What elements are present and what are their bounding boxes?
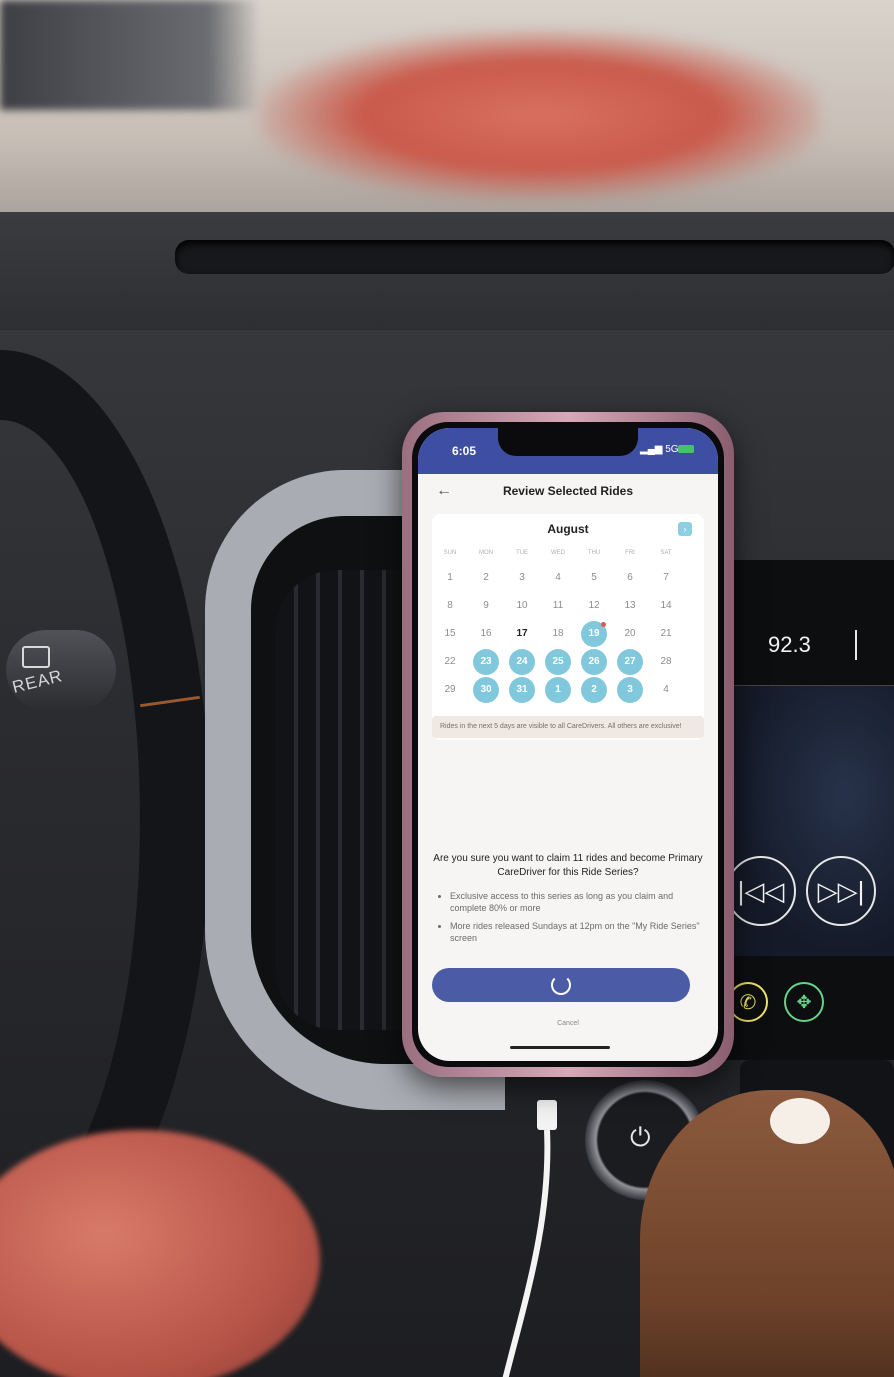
calendar-day[interactable]: 13 — [617, 593, 643, 619]
network-label: 5G — [665, 444, 679, 455]
dashboard-top — [0, 212, 894, 342]
weekday-label: FRI — [625, 550, 635, 556]
calendar-day[interactable]: 10 — [509, 593, 535, 619]
benefit-item: More rides released Sundays at 12pm on t… — [450, 920, 712, 944]
cancel-button[interactable]: Cancel — [418, 1020, 718, 1027]
calendar-day[interactable]: 27 — [617, 649, 643, 675]
status-time: 6:05 — [452, 444, 477, 458]
claim-question: Are you sure you want to claim 11 rides … — [433, 853, 703, 878]
calendar-day[interactable]: 30 — [473, 677, 499, 703]
power-icon: ⏻ — [630, 1122, 651, 1152]
calendar-day[interactable]: 4 — [653, 677, 679, 703]
phone-notch — [498, 428, 638, 456]
calendar-day[interactable]: 8 — [437, 593, 463, 619]
prev-track-icon[interactable]: |◁◁ — [726, 856, 796, 926]
next-track-icon[interactable]: ▷▷| — [806, 856, 876, 926]
defrost-vent — [175, 240, 894, 274]
home-indicator[interactable] — [510, 1046, 610, 1049]
calendar-day[interactable]: 5 — [581, 565, 607, 591]
calendar-day[interactable]: 2 — [473, 565, 499, 591]
loading-spinner-icon — [551, 975, 571, 995]
page-title: Review Selected Rides — [502, 484, 634, 498]
calendar-day[interactable]: 22 — [437, 649, 463, 675]
status-bar: 6:05 ▂▄▆ 5G — [418, 428, 718, 474]
weekday-label: THU — [587, 550, 601, 556]
navigation-icon[interactable]: ✥ — [784, 982, 824, 1022]
calendar-day[interactable]: 16 — [473, 621, 499, 647]
calendar-day[interactable]: 26 — [581, 649, 607, 675]
calendar-day[interactable]: 23 — [473, 649, 499, 675]
calendar-day[interactable]: 21 — [653, 621, 679, 647]
calendar-day[interactable]: 19 — [581, 621, 607, 647]
weekday-label: MON — [479, 550, 493, 556]
calendar-month: August — [547, 522, 589, 536]
calendar-day[interactable]: 14 — [653, 593, 679, 619]
calendar-day[interactable]: 31 — [509, 677, 535, 703]
background-car-red — [260, 30, 820, 200]
calendar-day[interactable]: 3 — [617, 677, 643, 703]
weekday-label: SAT — [660, 550, 672, 556]
calendar-day[interactable]: 18 — [545, 621, 571, 647]
calendar-day[interactable]: 7 — [653, 565, 679, 591]
signal-icon: ▂▄▆ — [640, 444, 666, 455]
car-interior-photo: REAR 92.3 |◁◁ ▷▷| ✆ ✥ ⏻ 6:05 ▂▄▆ 5G ← Re… — [0, 0, 894, 1377]
battery-icon — [678, 445, 694, 453]
calendar-day[interactable]: 25 — [545, 649, 571, 675]
calendar-day[interactable]: 4 — [545, 565, 571, 591]
fingernail — [770, 1098, 830, 1144]
calendar-day[interactable]: 29 — [437, 677, 463, 703]
ride-marker-dot — [601, 622, 606, 627]
driver-hand — [640, 1090, 894, 1377]
weekday-label: WED — [551, 550, 565, 556]
calendar-day[interactable]: 1 — [545, 677, 571, 703]
calendar-day[interactable]: 2 — [581, 677, 607, 703]
benefit-item: Exclusive access to this series as long … — [450, 890, 712, 914]
calendar-day[interactable]: 12 — [581, 593, 607, 619]
weekday-label: SUN — [443, 550, 457, 556]
calendar: August › SUN MON TUE WED THU FRI SAT 1 2 3 4 5 6 7 8 9 1… — [432, 514, 704, 740]
benefits-list: Exclusive access to this series as long … — [440, 890, 712, 950]
calendar-day[interactable]: 17 — [509, 621, 535, 647]
calendar-day[interactable]: 20 — [617, 621, 643, 647]
weekday-label: TUE — [516, 550, 528, 556]
chevron-right-icon[interactable]: › — [678, 522, 692, 536]
calendar-day[interactable]: 11 — [545, 593, 571, 619]
calendar-day[interactable]: 6 — [617, 565, 643, 591]
network-indicator: ▂▄▆ 5G — [640, 444, 679, 455]
radio-frequency: 92.3 — [768, 632, 811, 657]
phone-icon[interactable]: ✆ — [728, 982, 768, 1022]
calendar-day[interactable]: 15 — [437, 621, 463, 647]
calendar-day[interactable]: 24 — [509, 649, 535, 675]
calendar-day[interactable]: 1 — [437, 565, 463, 591]
visibility-note: Rides in the next 5 days are visible to … — [432, 716, 704, 738]
phone-screen: 6:05 ▂▄▆ 5G ← Review Selected Rides Augu… — [418, 428, 718, 1061]
radio-divider — [855, 630, 857, 660]
rear-wiper-icon — [22, 646, 50, 668]
calendar-day[interactable]: 9 — [473, 593, 499, 619]
background-car-dark — [0, 0, 260, 110]
charging-cable — [502, 1100, 557, 1377]
claim-button[interactable] — [432, 968, 690, 1002]
calendar-day[interactable]: 3 — [509, 565, 535, 591]
calendar-day[interactable]: 28 — [653, 649, 679, 675]
